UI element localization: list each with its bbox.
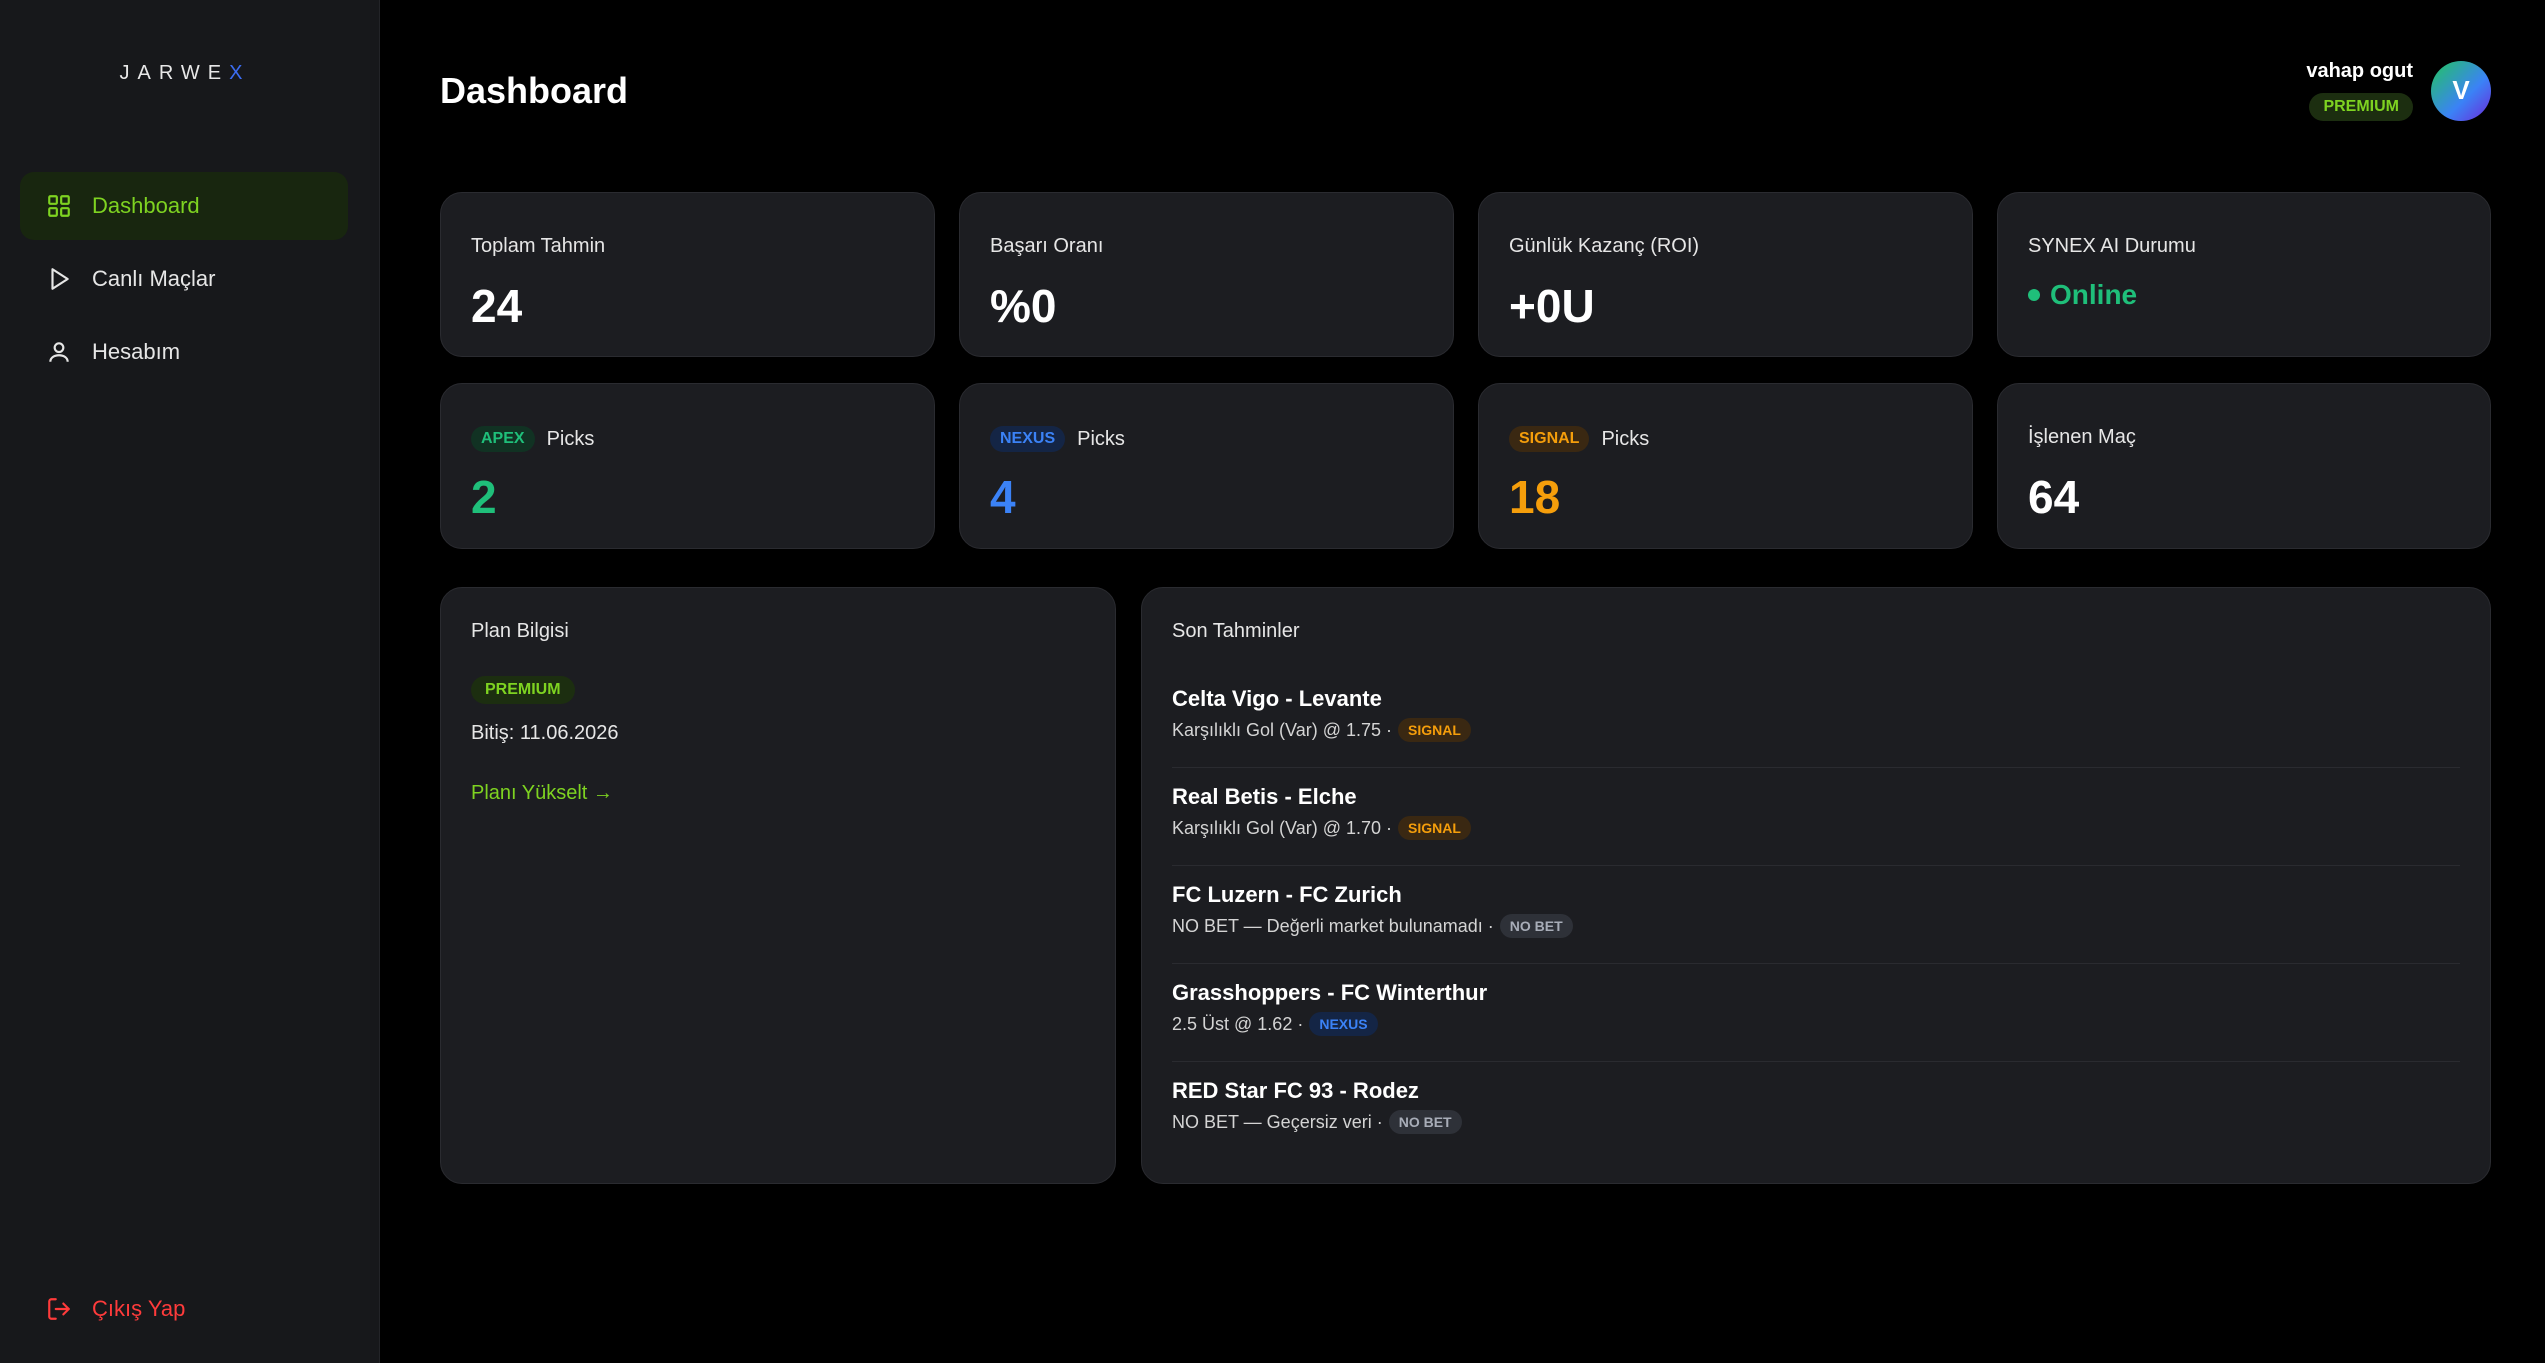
stat-card-success-rate: Başarı Oranı %0 bbox=[959, 192, 1454, 357]
user-icon bbox=[46, 339, 72, 365]
list-item[interactable]: RED Star FC 93 - Rodez NO BET — Geçersiz… bbox=[1172, 1062, 2460, 1160]
prediction-tag: SIGNAL bbox=[1398, 718, 1471, 742]
stat-card-apex-picks: APEX Picks 2 bbox=[440, 383, 935, 549]
prediction-match: Real Betis - Elche bbox=[1172, 784, 1357, 809]
upgrade-plan-link[interactable]: Planı Yükselt → bbox=[471, 782, 613, 805]
logout-label: Çıkış Yap bbox=[92, 1296, 186, 1321]
prediction-detail: Karşılıklı Gol (Var) @ 1.70 · SIGNAL bbox=[1172, 816, 2460, 840]
plan-expiry: Bitiş: 11.06.2026 bbox=[471, 722, 619, 744]
predictions-list: Celta Vigo - Levante Karşılıklı Gol (Var… bbox=[1172, 670, 2460, 1160]
stat-card-nexus-picks: NEXUS Picks 4 bbox=[959, 383, 1454, 549]
status-badge: Online bbox=[2028, 279, 2137, 311]
sidebar-item-account[interactable]: Hesabım bbox=[20, 318, 348, 386]
prediction-text: NO BET — Değerli market bulunamadı · bbox=[1172, 915, 1494, 936]
sidebar-item-label: Canlı Maçlar bbox=[92, 266, 216, 291]
stat-label: NEXUS Picks bbox=[990, 426, 1125, 452]
stat-card-roi: Günlük Kazanç (ROI) +0U bbox=[1478, 192, 1973, 357]
prediction-detail: NO BET — Geçersiz veri · NO BET bbox=[1172, 1110, 2460, 1134]
nexus-tag: NEXUS bbox=[990, 426, 1066, 452]
stat-card-ai-status: SYNEX AI Durumu Online bbox=[1997, 192, 2491, 357]
stat-label: Günlük Kazanç (ROI) bbox=[1509, 235, 1700, 257]
stat-label: SIGNAL Picks bbox=[1509, 426, 1649, 452]
stat-value: 18 bbox=[1509, 471, 1561, 523]
prediction-text: NO BET — Geçersiz veri · bbox=[1172, 1111, 1383, 1132]
app-logo[interactable]: JARWEX bbox=[0, 62, 370, 85]
stat-value: 64 bbox=[2028, 471, 2080, 523]
plan-badge: PREMIUM bbox=[471, 676, 575, 704]
stat-card-processed-matches: İşlenen Maç 64 bbox=[1997, 383, 2491, 549]
logout-button[interactable]: Çıkış Yap bbox=[46, 1296, 185, 1322]
signal-tag: SIGNAL bbox=[1509, 426, 1590, 452]
stat-value: 2 bbox=[471, 471, 497, 523]
sidebar-item-dashboard[interactable]: Dashboard bbox=[20, 172, 348, 240]
prediction-detail: 2.5 Üst @ 1.62 · NEXUS bbox=[1172, 1012, 2460, 1036]
prediction-detail: NO BET — Değerli market bulunamadı · NO … bbox=[1172, 914, 2460, 938]
prediction-text: 2.5 Üst @ 1.62 · bbox=[1172, 1013, 1304, 1034]
status-text: Online bbox=[2050, 279, 2138, 310]
list-item[interactable]: Grasshoppers - FC Winterthur 2.5 Üst @ 1… bbox=[1172, 964, 2460, 1062]
play-icon bbox=[46, 266, 72, 292]
stat-value: +0U bbox=[1509, 280, 1595, 332]
sidebar-item-label: Hesabım bbox=[92, 339, 181, 364]
stat-card-total-predictions: Toplam Tahmin 24 bbox=[440, 192, 935, 357]
page-title: Dashboard bbox=[440, 70, 629, 111]
list-item[interactable]: Celta Vigo - Levante Karşılıklı Gol (Var… bbox=[1172, 670, 2460, 768]
stat-card-signal-picks: SIGNAL Picks 18 bbox=[1478, 383, 1973, 549]
prediction-text: Karşılıklı Gol (Var) @ 1.75 · bbox=[1172, 719, 1392, 740]
stat-label: SYNEX AI Durumu bbox=[2028, 235, 2196, 257]
prediction-tag: NO BET bbox=[1499, 914, 1573, 938]
prediction-match: Grasshoppers - FC Winterthur bbox=[1172, 980, 1488, 1005]
plan-info-card: Plan Bilgisi PREMIUM Bitiş: 11.06.2026 P… bbox=[440, 587, 1116, 1184]
recent-predictions-card: Son Tahminler Celta Vigo - Levante Karşı… bbox=[1141, 587, 2491, 1184]
section-title: Son Tahminler bbox=[1172, 620, 1300, 642]
list-item[interactable]: FC Luzern - FC Zurich NO BET — Değerli m… bbox=[1172, 866, 2460, 964]
stat-value: 4 bbox=[990, 471, 1016, 523]
plan-badge: PREMIUM bbox=[2309, 93, 2413, 121]
sidebar-item-live-matches[interactable]: Canlı Maçlar bbox=[20, 245, 348, 313]
prediction-text: Karşılıklı Gol (Var) @ 1.70 · bbox=[1172, 817, 1392, 838]
stat-label: Toplam Tahmin bbox=[471, 235, 606, 257]
prediction-match: RED Star FC 93 - Rodez bbox=[1172, 1078, 1419, 1103]
prediction-detail: Karşılıklı Gol (Var) @ 1.75 · SIGNAL bbox=[1172, 718, 2460, 742]
sidebar-item-label: Dashboard bbox=[92, 193, 200, 218]
picks-label: Picks bbox=[1077, 427, 1125, 450]
user-info: vahap ogut PREMIUM bbox=[2306, 60, 2413, 121]
prediction-tag: SIGNAL bbox=[1398, 816, 1471, 840]
prediction-match: FC Luzern - FC Zurich bbox=[1172, 882, 1402, 907]
picks-label: Picks bbox=[546, 427, 595, 450]
stat-value: %0 bbox=[990, 280, 1057, 332]
prediction-match: Celta Vigo - Levante bbox=[1172, 686, 1382, 711]
prediction-tag: NO BET bbox=[1388, 1110, 1462, 1134]
section-title: Plan Bilgisi bbox=[471, 620, 569, 642]
picks-label: Picks bbox=[1601, 427, 1650, 450]
status-dot-icon bbox=[2028, 289, 2040, 301]
sidebar: JARWEX Dashboard Canlı Maçlar Hesabım Çı… bbox=[0, 0, 380, 1363]
list-item[interactable]: Real Betis - Elche Karşılıklı Gol (Var) … bbox=[1172, 768, 2460, 866]
stat-label: Başarı Oranı bbox=[990, 235, 1104, 257]
user-menu[interactable]: vahap ogut PREMIUM V bbox=[2306, 60, 2491, 121]
logout-icon bbox=[46, 1296, 72, 1322]
grid-icon bbox=[46, 193, 72, 219]
sidebar-nav: Dashboard Canlı Maçlar Hesabım bbox=[20, 172, 348, 391]
stat-value: 24 bbox=[471, 280, 523, 332]
stat-label: APEX Picks bbox=[471, 426, 594, 452]
user-name: vahap ogut bbox=[2306, 60, 2413, 82]
prediction-tag: NEXUS bbox=[1309, 1012, 1378, 1036]
stat-label: İşlenen Maç bbox=[2028, 426, 2136, 448]
apex-tag: APEX bbox=[471, 426, 535, 452]
avatar[interactable]: V bbox=[2431, 60, 2491, 121]
